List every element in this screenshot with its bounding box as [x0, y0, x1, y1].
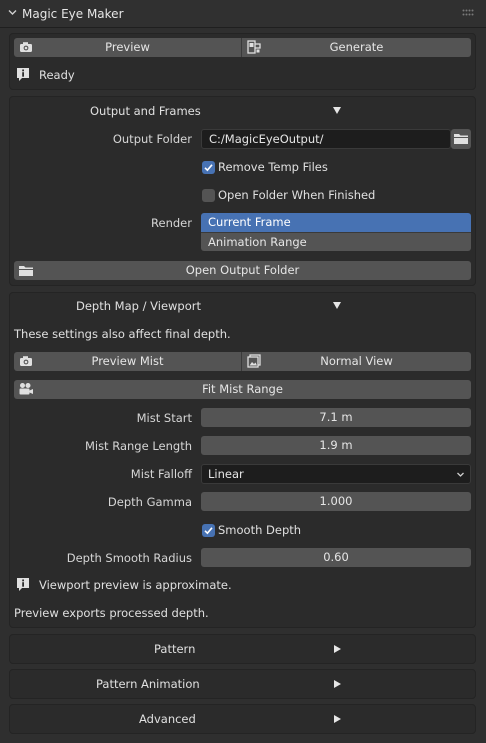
preview-mist-button[interactable]: Preview Mist	[14, 352, 241, 371]
folder-icon	[19, 266, 33, 276]
output-section-title: Output and Frames	[90, 104, 201, 118]
render-option-current-frame[interactable]: Current Frame	[201, 213, 471, 232]
pattern-section-header[interactable]: Pattern	[9, 634, 476, 664]
expanded-triangle-icon[interactable]	[333, 107, 341, 114]
output-section-header[interactable]	[10, 97, 475, 123]
mist-range-label: Mist Range Length	[84, 439, 192, 453]
generate-label: Generate	[329, 40, 384, 54]
render-option-animation-range[interactable]: Animation Range	[201, 232, 471, 251]
remove-temp-label[interactable]: Remove Temp Files	[218, 160, 328, 174]
info-icon	[17, 578, 29, 591]
fit-mist-range-label: Fit Mist Range	[202, 382, 283, 396]
depth-gamma-label: Depth Gamma	[107, 495, 192, 509]
smooth-radius-label: Depth Smooth Radius	[66, 551, 192, 565]
mist-start-field[interactable]: 7.1 m	[201, 408, 471, 427]
mist-range-field[interactable]: 1.9 m	[201, 436, 471, 455]
pattern-animation-section-header[interactable]: Pattern Animation	[9, 669, 476, 699]
advanced-section-title: Advanced	[139, 712, 196, 726]
collapsed-triangle-icon[interactable]	[334, 715, 341, 723]
mist-falloff-label: Mist Falloff	[130, 467, 192, 481]
collapsed-triangle-icon[interactable]	[334, 680, 341, 688]
chevron-down-icon[interactable]	[7, 7, 18, 18]
open-output-folder-label: Open Output Folder	[185, 263, 300, 277]
folder-icon	[454, 134, 468, 144]
camera-icon	[20, 356, 32, 366]
viewport-info-text: Viewport preview is approximate.	[39, 578, 232, 592]
depth-gamma-field[interactable]: 1.000	[201, 492, 471, 511]
info-icon	[17, 68, 29, 81]
open-output-folder-button[interactable]: Open Output Folder	[14, 261, 471, 280]
pattern-animation-section-title: Pattern Animation	[96, 677, 200, 691]
open-folder-label[interactable]: Open Folder When Finished	[218, 188, 375, 202]
mist-falloff-value: Linear	[208, 467, 244, 481]
pattern-section-title: Pattern	[154, 642, 196, 656]
fit-mist-range-button[interactable]: Fit Mist Range	[14, 380, 471, 399]
depth-section-title: Depth Map / Viewport	[76, 299, 202, 313]
output-folder-label: Output Folder	[112, 132, 192, 146]
chevron-down-icon	[457, 472, 464, 477]
browse-folder-button[interactable]	[451, 129, 471, 149]
export-note: Preview exports processed depth.	[14, 606, 209, 620]
drag-grip-icon[interactable]	[462, 9, 474, 17]
status-text: Ready	[39, 68, 75, 82]
addon-title: Magic Eye Maker	[22, 7, 124, 21]
generate-button[interactable]: Generate	[241, 38, 471, 57]
movie-camera-icon	[19, 383, 33, 395]
output-folder-field[interactable]: C:/MagicEyeOutput/	[201, 129, 451, 149]
mist-falloff-dropdown[interactable]: Linear	[201, 464, 471, 484]
image-icon	[247, 354, 261, 368]
normal-view-label: Normal View	[320, 354, 393, 368]
remove-temp-checkbox[interactable]	[202, 161, 215, 174]
normal-view-button[interactable]: Normal View	[241, 352, 471, 371]
preview-button[interactable]: Preview	[14, 38, 241, 57]
mist-start-label: Mist Start	[136, 411, 192, 425]
addon-header[interactable]: Magic Eye Maker	[0, 0, 486, 28]
advanced-section-header[interactable]: Advanced	[9, 704, 476, 734]
render-label: Render	[151, 216, 192, 230]
checkmark-icon	[204, 527, 213, 535]
expanded-triangle-icon[interactable]	[333, 302, 341, 309]
preview-mist-label: Preview Mist	[91, 354, 164, 368]
checkmark-icon	[204, 164, 213, 172]
collapsed-triangle-icon[interactable]	[334, 645, 341, 653]
render-icon	[247, 40, 261, 54]
smooth-radius-field[interactable]: 0.60	[201, 548, 471, 567]
preview-label: Preview	[105, 40, 150, 54]
camera-icon	[20, 42, 32, 52]
open-folder-checkbox[interactable]	[202, 189, 215, 202]
smooth-depth-checkbox[interactable]	[202, 524, 215, 537]
depth-note: These settings also affect final depth.	[14, 327, 231, 341]
smooth-depth-label[interactable]: Smooth Depth	[218, 523, 301, 537]
